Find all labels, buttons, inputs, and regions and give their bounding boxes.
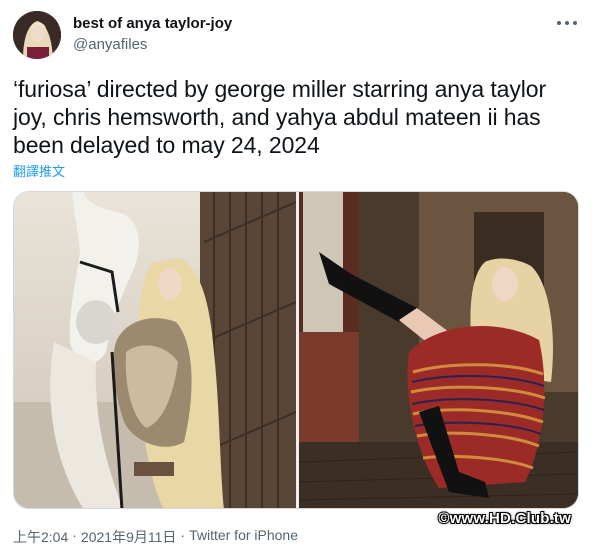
- author-handle[interactable]: @anyafiles: [73, 36, 147, 53]
- watermark: ©www.HD.Club.tw: [438, 510, 571, 527]
- separator: ·: [180, 527, 186, 543]
- avatar[interactable]: [13, 11, 61, 59]
- media-photo-2[interactable]: [299, 192, 578, 508]
- poncho-photo: [299, 192, 578, 508]
- tweet-card: best of anya taylor-joy @anyafiles ‘furi…: [0, 0, 593, 555]
- tweet-metadata: 上午2:04 · 2021年9月11日 · Twitter for iPhone: [13, 527, 298, 547]
- media-photo-1[interactable]: [14, 192, 296, 508]
- dot: [565, 21, 569, 25]
- avatar-photo: [13, 11, 61, 59]
- tweet-time[interactable]: 上午2:04: [13, 527, 68, 547]
- translate-tweet-link[interactable]: 翻譯推文: [13, 161, 65, 180]
- dot: [557, 21, 561, 25]
- media-grid: [13, 191, 579, 509]
- separator: ·: [72, 527, 77, 543]
- tweet-source[interactable]: Twitter for iPhone: [189, 527, 298, 547]
- dot: [573, 21, 577, 25]
- more-options-icon[interactable]: [557, 16, 577, 30]
- tweet-date[interactable]: 2021年9月11日: [81, 527, 176, 547]
- horse-photo: [14, 192, 296, 508]
- tweet-text: ‘furiosa’ directed by george miller star…: [13, 76, 547, 158]
- author-display-name[interactable]: best of anya taylor-joy: [73, 15, 232, 32]
